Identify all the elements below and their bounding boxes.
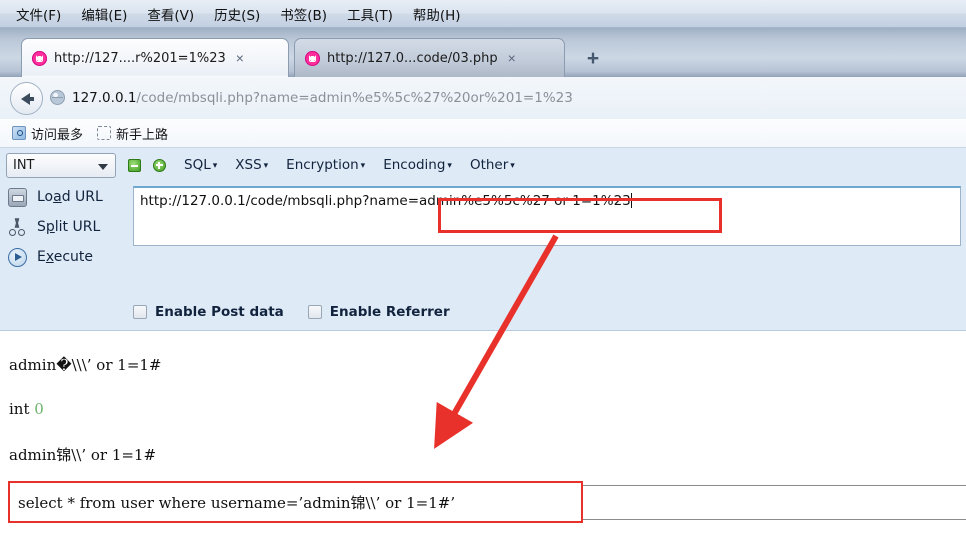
sql-statement-text: select * from user where username=’admin… — [18, 493, 456, 512]
tab-inactive[interactable]: http://127.0...code/03.php × — [294, 38, 565, 77]
tab-favicon-icon — [305, 50, 320, 66]
menu-item-edit[interactable]: 编辑(E) — [71, 2, 137, 26]
sql-rule-top — [583, 485, 966, 486]
menu-item-file[interactable]: 文件(F) — [6, 2, 71, 26]
hackbar-url-highlight: =admin%e5%5c%27 or 1=1%23 — [407, 193, 631, 209]
split-url-label: Split URL — [37, 219, 101, 235]
menu-item-history[interactable]: 历史(S) — [204, 2, 270, 26]
site-identity-globe-icon — [50, 90, 65, 105]
sql-statement-box: select * from user where username=’admin… — [8, 481, 583, 523]
bookmarks-toolbar: 访问最多 新手上路 — [0, 119, 966, 148]
most-visited-icon — [12, 126, 26, 140]
enable-referrer-checkbox[interactable]: Enable Referrer — [307, 304, 450, 320]
tab-title: http://127.0...code/03.php — [327, 50, 498, 66]
menu-xss-label: XSS — [235, 157, 262, 173]
tab-strip: http://127....r%201=1%23 × http://127.0.… — [0, 28, 966, 78]
menu-encryption[interactable]: Encryption ▾ — [286, 157, 365, 173]
browser-window: 文件(F) 编辑(E) 查看(V) 历史(S) 书签(B) 工具(T) 帮助(H… — [0, 0, 966, 533]
execute-label: Execute — [37, 249, 94, 265]
menu-item-tools[interactable]: 工具(T) — [337, 2, 403, 26]
menu-xss[interactable]: XSS ▾ — [235, 157, 268, 173]
enable-post-data-checkbox[interactable]: Enable Post data — [133, 304, 284, 320]
load-url-label: Load URL — [37, 189, 103, 205]
tab-close-icon[interactable]: × — [505, 51, 519, 65]
menu-sql[interactable]: SQL ▾ — [184, 157, 217, 173]
menu-other-label: Other — [469, 157, 509, 173]
chevron-down-icon: ▾ — [263, 161, 269, 171]
menu-item-bookmarks[interactable]: 书签(B) — [270, 2, 337, 26]
menu-encoding-label: Encoding — [383, 157, 446, 173]
hackbar-toolbar: INT SQL ▾ XSS ▾ Encryption ▾ Encoding ▾ Othe… — [0, 148, 966, 182]
hackbar-actions: Load URL Split URL Execute — [0, 182, 130, 330]
chevron-down-icon: ▾ — [360, 161, 366, 171]
back-button-icon[interactable] — [10, 82, 43, 115]
new-tab-button[interactable]: + — [581, 48, 605, 72]
navigation-bar: 127.0.0.1/code/mbsqli.php?name=admin%e5%… — [0, 77, 966, 120]
tab-close-icon[interactable]: × — [233, 51, 247, 65]
execute-icon — [8, 247, 27, 267]
hackbar-panel: INT SQL ▾ XSS ▾ Encryption ▾ Encoding ▾ Othe… — [0, 148, 966, 331]
menu-sql-label: SQL — [184, 157, 211, 173]
url-path: /code/mbsqli.php?name=admin%e5%5c%27%20o… — [136, 89, 573, 106]
hackbar-options: Enable Post data Enable Referrer — [133, 300, 450, 324]
chevron-down-icon: ▾ — [510, 161, 515, 171]
url-text: 127.0.0.1/code/mbsqli.php?name=admin%e5%… — [72, 90, 573, 106]
text-caret — [630, 193, 632, 208]
type-select-value: INT — [13, 157, 35, 173]
checkbox-box[interactable] — [307, 305, 322, 319]
bookmark-label: 访问最多 — [31, 127, 84, 143]
url-host: 127.0.0.1 — [72, 89, 137, 106]
menu-bar: 文件(F) 编辑(E) 查看(V) 历史(S) 书签(B) 工具(T) 帮助(H… — [0, 0, 966, 28]
chevron-down-icon: ▾ — [212, 161, 218, 171]
output-line-2-prefix: int — [9, 400, 35, 418]
placeholder-folder-icon — [97, 126, 112, 140]
bookmark-most-visited[interactable]: 访问最多 — [8, 124, 87, 143]
load-url-icon — [8, 187, 27, 207]
tab-favicon-icon — [32, 50, 47, 66]
enable-post-data-label: Enable Post data — [155, 304, 284, 320]
menu-item-help[interactable]: 帮助(H) — [403, 2, 471, 26]
hackbar-url-prefix: http://127.0.0.1/code/mbsqli.php?name — [140, 193, 408, 209]
hackbar-url-textarea[interactable]: http://127.0.0.1/code/mbsqli.php?name=ad… — [133, 186, 961, 246]
type-select[interactable]: INT — [6, 152, 116, 178]
enable-referrer-label: Enable Referrer — [329, 304, 450, 320]
output-line-2-value: 0 — [34, 400, 44, 418]
output-line-3: admin锦\\’ or 1=1# — [9, 446, 157, 464]
decrement-button-icon[interactable] — [128, 158, 141, 172]
bookmark-label: 新手上路 — [116, 127, 169, 143]
split-url-button[interactable]: Split URL — [0, 212, 130, 242]
tab-title: http://127....r%201=1%23 — [54, 50, 226, 66]
chevron-down-icon — [98, 163, 108, 170]
load-url-button[interactable]: Load URL — [0, 182, 130, 212]
url-bar[interactable]: 127.0.0.1/code/mbsqli.php?name=admin%e5%… — [50, 83, 966, 112]
output-line-2: int 0 — [9, 400, 44, 418]
menu-encoding[interactable]: Encoding ▾ — [383, 157, 452, 173]
execute-button[interactable]: Execute — [0, 242, 130, 272]
checkbox-box[interactable] — [133, 305, 147, 319]
menu-item-view[interactable]: 查看(V) — [137, 2, 204, 26]
menu-encryption-label: Encryption — [286, 157, 359, 173]
split-url-icon — [8, 218, 27, 237]
chevron-down-icon: ▾ — [447, 161, 452, 171]
tab-active[interactable]: http://127....r%201=1%23 × — [21, 38, 289, 77]
bookmark-getting-started[interactable]: 新手上路 — [93, 124, 172, 143]
output-line-1: admin�\\\’ or 1=1# — [9, 356, 162, 374]
increment-button-icon[interactable] — [153, 158, 166, 172]
menu-other[interactable]: Other ▾ — [470, 157, 515, 173]
sql-rule-bottom — [583, 519, 966, 520]
